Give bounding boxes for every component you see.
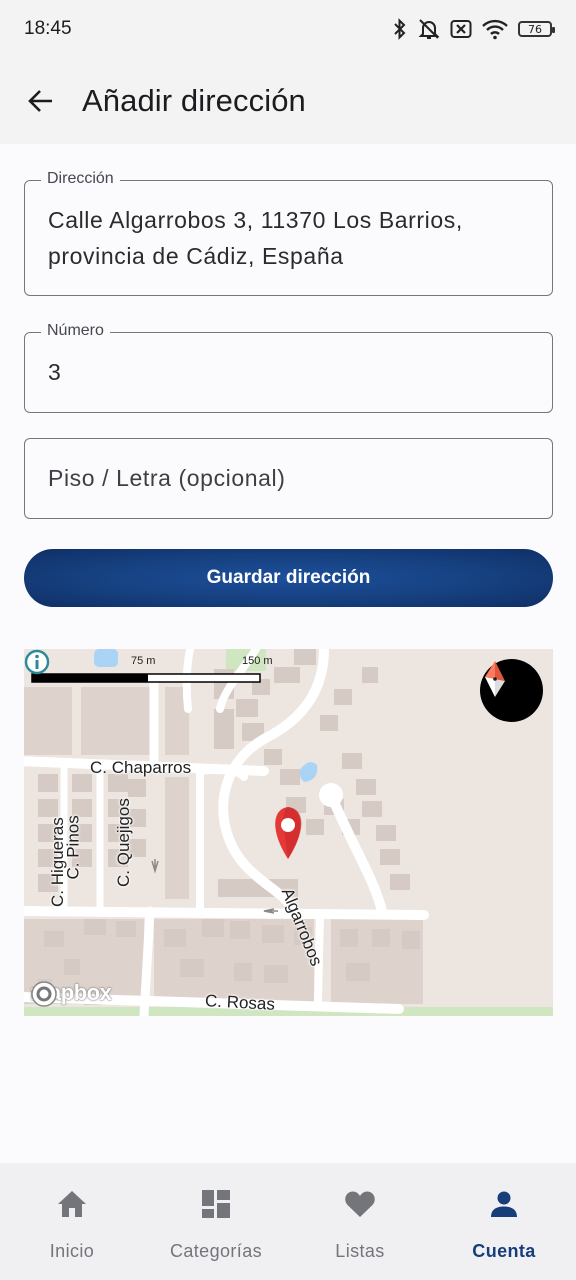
mapbox-logo-icon <box>31 981 57 1007</box>
number-field-label: Número <box>41 322 110 340</box>
status-time: 18:45 <box>24 18 72 39</box>
bell-off-icon <box>418 19 440 39</box>
page-title: Añadir dirección <box>82 83 306 118</box>
bottom-navigation: Inicio Categorías Listas Cuenta <box>0 1163 576 1280</box>
mapbox-logo[interactable]: mapbox <box>30 980 112 1007</box>
heart-icon <box>345 1191 375 1217</box>
nav-label-cuenta: Cuenta <box>472 1241 536 1261</box>
status-icons: 76 <box>392 18 555 40</box>
address-field[interactable]: Dirección Calle Algarrobos 3, 11370 Los … <box>24 170 553 296</box>
battery-icon: 76 <box>518 21 555 37</box>
nav-label-categorias: Categorías <box>169 1241 263 1261</box>
location-pin-icon <box>275 807 302 859</box>
map-scale: 0 75 m 150 m <box>24 649 284 679</box>
compass-button[interactable] <box>480 659 543 722</box>
floor-field[interactable]: Piso / Letra (opcional) <box>24 438 553 519</box>
address-field-label: Dirección <box>41 170 120 188</box>
nav-label-inicio: Inicio <box>49 1241 95 1261</box>
number-field-value: 3 <box>48 359 62 385</box>
street-rosas: C. Rosas <box>204 991 276 1014</box>
compass-icon <box>485 661 505 697</box>
grid-icon <box>202 1190 230 1218</box>
nav-label-listas: Listas <box>335 1241 385 1261</box>
home-icon <box>58 1191 86 1217</box>
status-bar: 18:45 76 <box>0 0 576 58</box>
address-line-1: Calle Algarrobos 3, 11370 Los Barrios, <box>48 207 463 233</box>
save-address-button[interactable]: Guardar dirección <box>24 549 553 607</box>
street-chaparros: C. Chaparros <box>90 758 192 777</box>
number-field[interactable]: Número 3 <box>24 322 553 413</box>
app-bar: Añadir dirección <box>0 58 576 144</box>
street-quejigos: C. Quejigos <box>114 798 133 887</box>
floor-field-placeholder: Piso / Letra (opcional) <box>48 465 286 491</box>
address-line-2: provincia de Cádiz, España <box>48 243 344 269</box>
address-field-value: Calle Algarrobos 3, 11370 Los Barrios, p… <box>48 202 532 274</box>
nav-item-listas[interactable]: Listas <box>288 1163 432 1280</box>
sim-x-icon <box>450 20 472 38</box>
nav-item-inicio[interactable]: Inicio <box>0 1163 144 1280</box>
map-view[interactable]: 0 75 m 150 m C. Chaparros C. Higueras C.… <box>24 649 553 1016</box>
arrow-left-icon <box>28 90 52 112</box>
battery-level: 76 <box>528 22 542 36</box>
nav-item-categorias[interactable]: Categorías <box>144 1163 288 1280</box>
scale-max-label: 150 m <box>242 655 273 667</box>
scale-mid-label: 75 m <box>131 655 156 667</box>
wifi-icon <box>482 19 508 40</box>
map-base <box>24 649 553 1016</box>
bluetooth-icon <box>394 18 406 40</box>
info-icon[interactable] <box>24 649 50 675</box>
nav-item-cuenta[interactable]: Cuenta <box>432 1163 576 1280</box>
back-button[interactable] <box>13 73 69 129</box>
street-pinos: C. Pinos <box>63 815 83 880</box>
person-icon <box>491 1191 517 1217</box>
